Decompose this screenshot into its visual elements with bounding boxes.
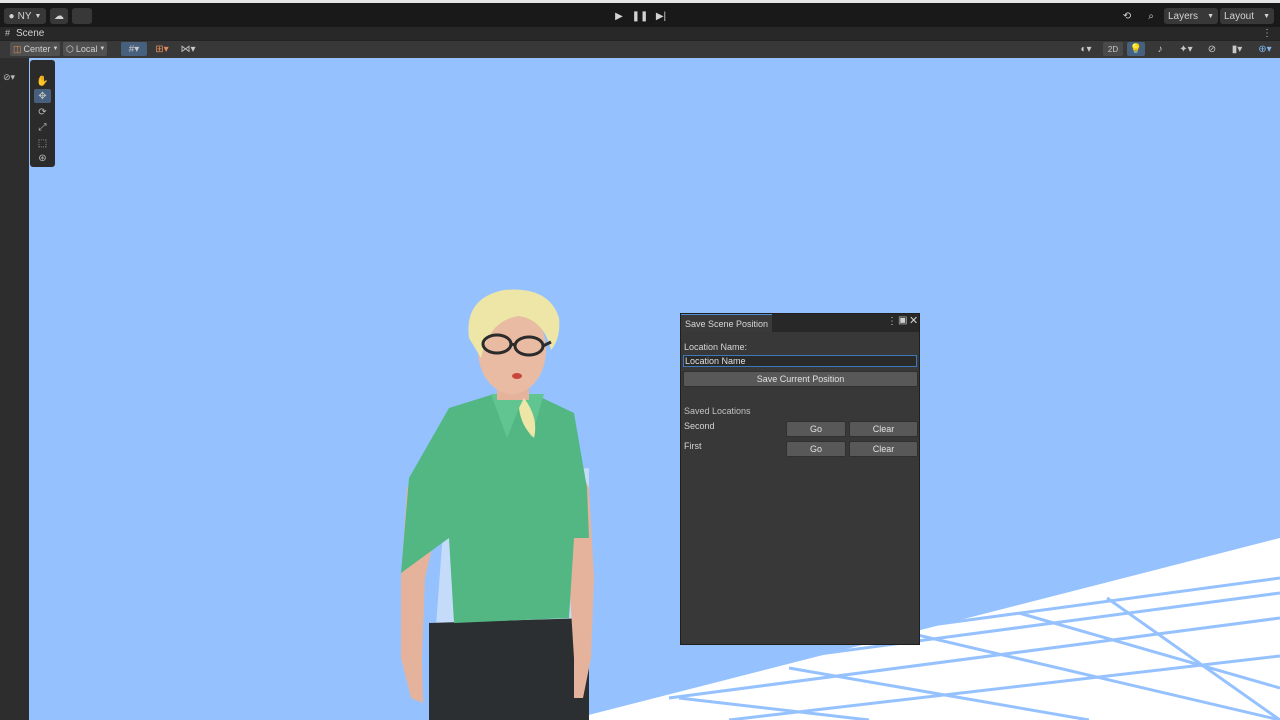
location-name-input[interactable] — [683, 355, 917, 367]
search-icon: ⌕ — [1148, 10, 1154, 22]
scene-viewport[interactable] — [29, 58, 1280, 720]
grid-visibility-dropdown[interactable]: ⊞▾ — [150, 42, 174, 56]
lighting-toggle[interactable]: 💡 — [1127, 42, 1145, 56]
pivot-icon: ◫ — [13, 43, 22, 54]
window-header: Save Scene Position ⋮ ▣ ✕ — [681, 314, 919, 332]
tab-scene[interactable]: Scene — [16, 27, 44, 40]
layers-label: Layers — [1168, 10, 1199, 22]
save-current-position-button[interactable]: Save Current Position — [683, 371, 918, 387]
space-label: Local — [75, 44, 98, 54]
effects-icon: ✦▾ — [1179, 43, 1193, 55]
transform-icon: ⊛ — [38, 152, 47, 164]
more-options-icon[interactable]: ⋮ — [1262, 27, 1272, 40]
playmode-controls: ▶ ❚❚ ▶| — [607, 7, 673, 25]
move-tool[interactable]: ✥ — [34, 89, 51, 103]
cube-icon: ⬡ — [66, 43, 74, 54]
save-scene-position-window: Save Scene Position ⋮ ▣ ✕ Location Name:… — [680, 313, 920, 645]
camera-dropdown[interactable]: ▮▾ — [1225, 42, 1249, 56]
gizmos-dropdown[interactable]: ⊕▾ — [1252, 42, 1278, 56]
gizmo-icon: ⊕▾ — [1258, 43, 1272, 55]
step-icon: ▶| — [655, 10, 667, 22]
clear-button-first[interactable]: Clear — [849, 441, 918, 457]
clear-button-second[interactable]: Clear — [849, 421, 918, 437]
maximize-icon[interactable]: ▣ — [898, 315, 907, 326]
transform-tool[interactable]: ⊛ — [34, 151, 51, 165]
hidden-objects-toggle[interactable]: ⊘ — [1203, 42, 1221, 56]
step-button[interactable]: ▶| — [651, 7, 671, 25]
chevron-down-icon: ▼ — [99, 46, 106, 52]
eye-slash-icon: ⊘ — [1207, 43, 1217, 55]
pivot-label: Center — [23, 44, 51, 54]
rotate-tool[interactable]: ⟳ — [34, 105, 51, 119]
account-label: NY — [17, 10, 32, 22]
avatar-character — [401, 289, 594, 720]
window-tab[interactable]: Save Scene Position — [681, 314, 773, 332]
shading-icon: ◐▾ — [1080, 43, 1092, 55]
space-local-dropdown[interactable]: ⬡ Local ▼ — [63, 42, 107, 56]
draw-mode-dropdown[interactable]: ◐▾ — [1074, 42, 1098, 56]
close-icon[interactable]: ✕ — [909, 314, 918, 327]
cloud-button[interactable]: ☁ — [50, 8, 68, 24]
layout-label: Layout — [1224, 10, 1255, 22]
scale-tool[interactable]: ⤢ — [34, 120, 51, 134]
layout-dropdown[interactable]: Layout ▼ — [1220, 8, 1274, 24]
tools-overlay: ✋ ✥ ⟳ ⤢ ⬚ ⊛ — [30, 60, 55, 167]
history-button[interactable]: ⟲ — [1118, 8, 1136, 24]
account-icon: ● — [8, 10, 15, 22]
grid-icon: ⊞▾ — [155, 43, 169, 55]
rotate-icon: ⟳ — [38, 106, 47, 118]
rect-icon: ⬚ — [37, 137, 48, 149]
location-name-second: Second — [684, 421, 715, 431]
rect-tool[interactable]: ⬚ — [34, 136, 51, 150]
compass-icon: ⊘▾ — [3, 72, 16, 82]
history-icon: ⟲ — [1122, 10, 1132, 22]
overlay-menu-button[interactable]: ⊘▾ — [3, 72, 25, 84]
chevron-down-icon: ▼ — [34, 12, 42, 20]
pivot-center-dropdown[interactable]: ◫ Center ▼ — [10, 42, 60, 56]
layers-dropdown[interactable]: Layers ▼ — [1164, 8, 1218, 24]
scene-side-gutter: ⊘▾ — [0, 58, 29, 720]
chevron-down-icon: ▼ — [1207, 12, 1214, 20]
scene-toolbar: ◫ Center ▼ ⬡ Local ▼ #▾ ⊞▾ ⋈▾ ◐▾ 2D 💡 ♪ … — [0, 40, 1280, 58]
search-button[interactable]: ⌕ — [1142, 8, 1160, 24]
grid-snapping-toggle[interactable]: #▾ — [121, 42, 147, 56]
hand-icon: ✋ — [36, 75, 49, 87]
audio-icon: ♪ — [1157, 43, 1163, 55]
collab-button[interactable] — [72, 8, 92, 24]
location-name-label: Location Name: — [684, 342, 748, 352]
view-tool[interactable]: ✋ — [34, 74, 51, 88]
audio-toggle[interactable]: ♪ — [1151, 42, 1169, 56]
light-bulb-icon: 💡 — [1129, 43, 1143, 55]
effects-dropdown[interactable]: ✦▾ — [1173, 42, 1199, 56]
main-toolbar: ● NY ▼ ☁ ▶ ❚❚ ▶| ⟲ ⌕ Layers ▼ Layout ▼ — [0, 0, 1280, 27]
move-icon: ✥ — [38, 90, 47, 102]
pause-button[interactable]: ❚❚ — [630, 7, 650, 25]
location-name-first: First — [684, 441, 702, 451]
saved-locations-heading: Saved Locations — [684, 406, 751, 416]
toggle-2d-label: 2D — [1107, 44, 1119, 54]
chevron-down-icon: ▼ — [52, 46, 59, 52]
scale-icon: ⤢ — [38, 121, 47, 133]
grid-snap-icon: #▾ — [128, 43, 140, 55]
play-icon: ▶ — [615, 10, 623, 22]
scene-tab-bar: # Scene ⋮ — [0, 27, 1280, 40]
more-options-icon[interactable]: ⋮ — [887, 316, 897, 327]
cloud-icon: ☁ — [54, 10, 64, 22]
go-button-second[interactable]: Go — [786, 421, 846, 437]
snap-icon: ⋈▾ — [180, 43, 196, 55]
grid-icon: # — [5, 28, 11, 38]
increment-snap-dropdown[interactable]: ⋈▾ — [176, 42, 200, 56]
chevron-down-icon: ▼ — [1263, 12, 1270, 20]
toggle-2d-button[interactable]: 2D — [1103, 42, 1123, 56]
play-button[interactable]: ▶ — [609, 7, 629, 25]
camera-icon: ▮▾ — [1231, 43, 1243, 55]
pause-icon: ❚❚ — [631, 10, 649, 22]
scene-render — [401, 289, 1280, 720]
go-button-first[interactable]: Go — [786, 441, 846, 457]
account-dropdown[interactable]: ● NY ▼ — [4, 8, 46, 24]
